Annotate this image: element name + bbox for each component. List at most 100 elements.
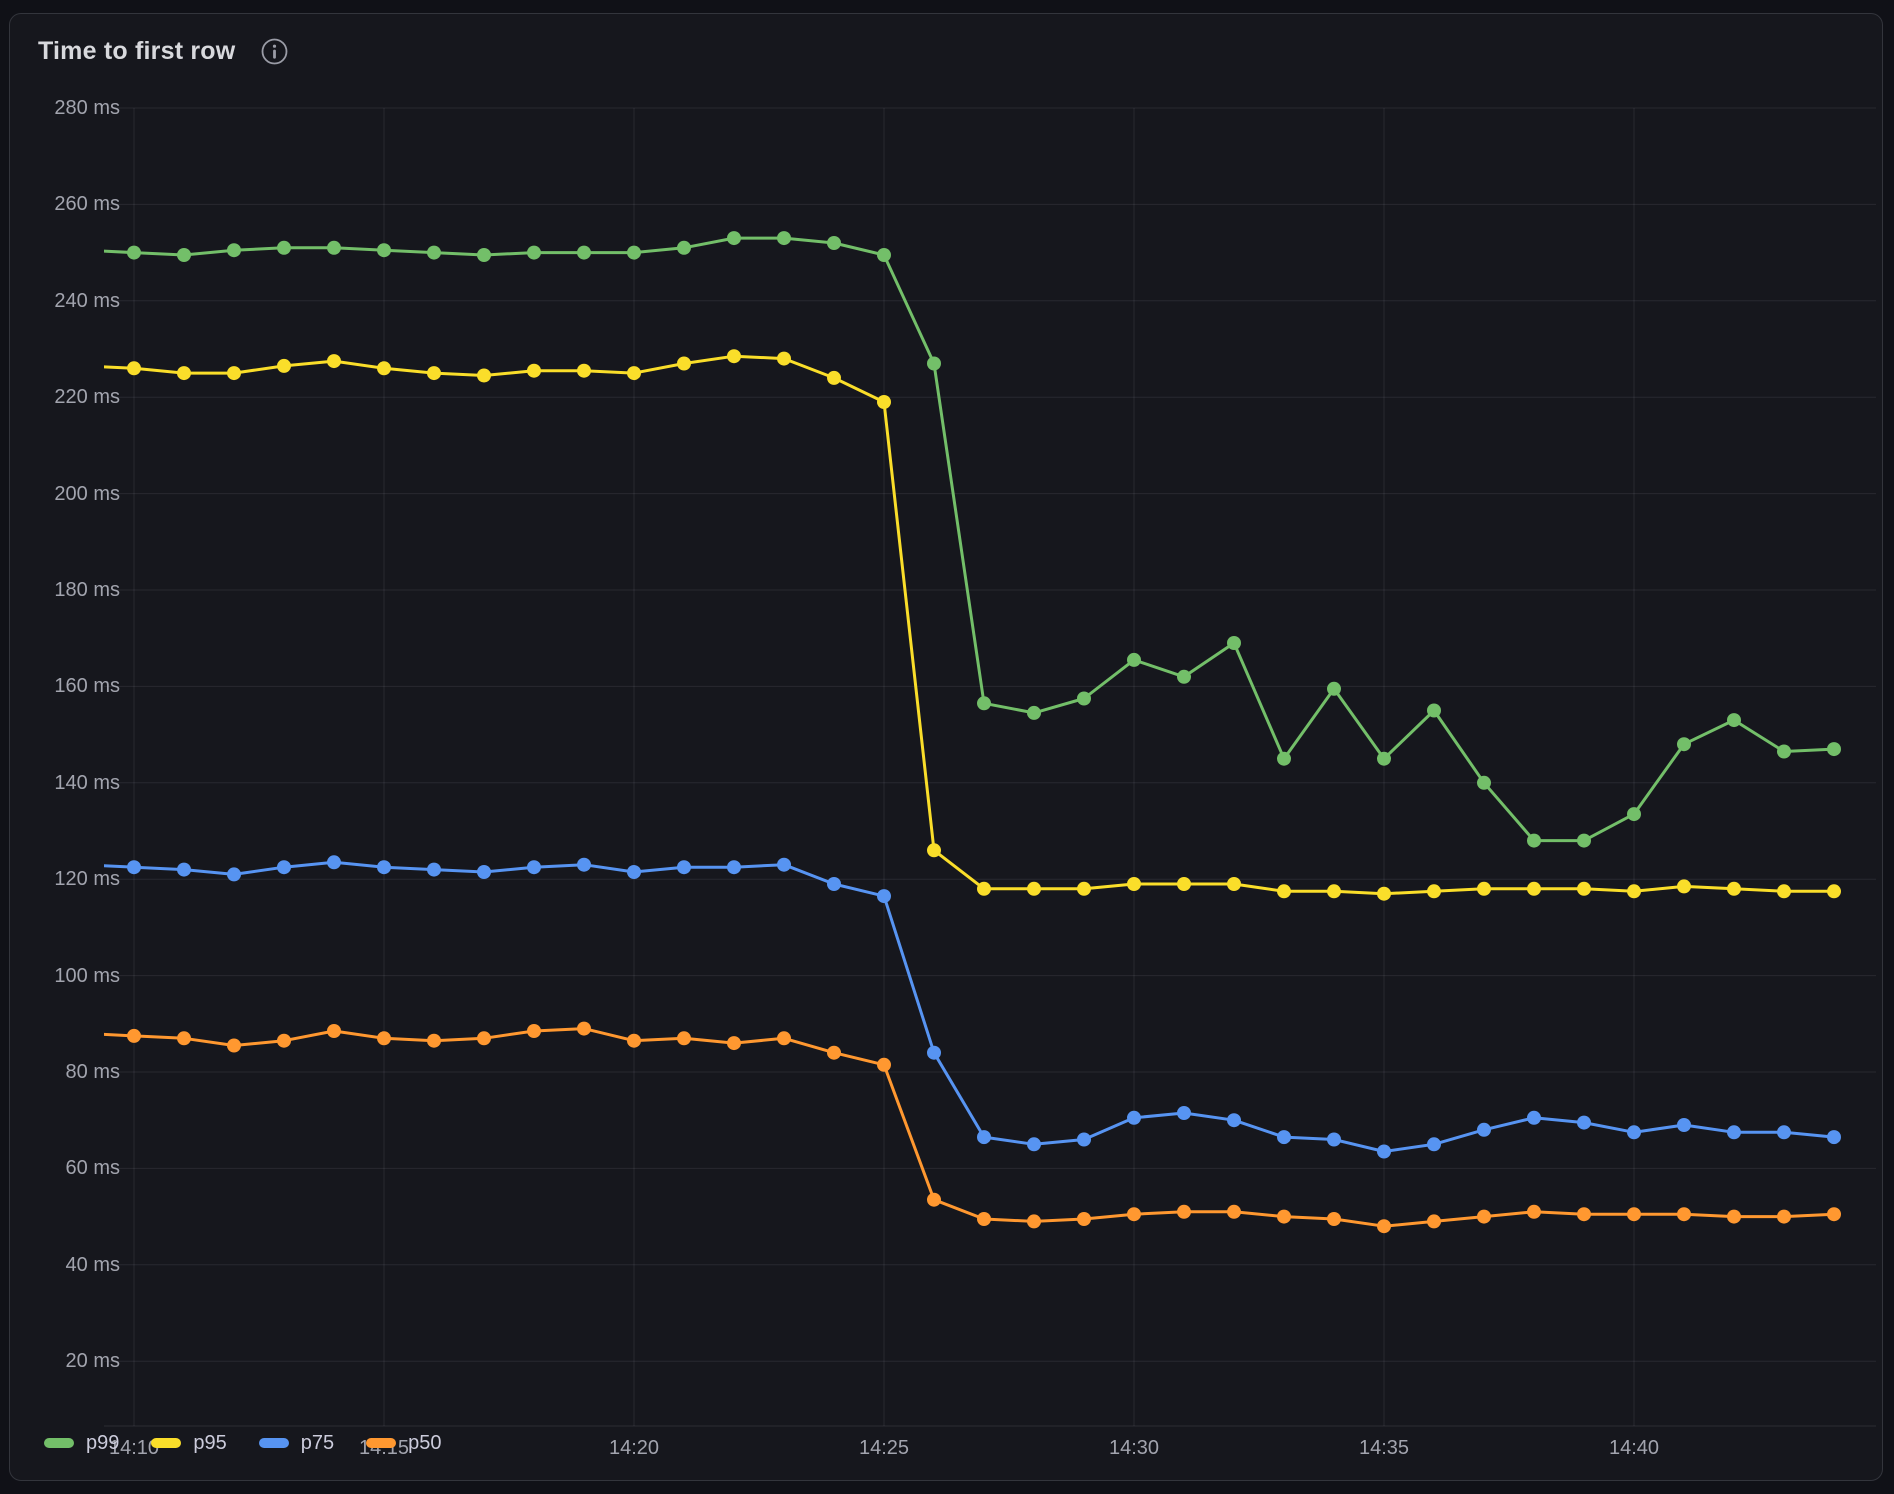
x-tick-label-1435: 14:35 <box>1339 1438 1429 1458</box>
x-tick-label-1430: 14:30 <box>1089 1438 1179 1458</box>
data-point-p50-14:39 <box>1577 1207 1591 1221</box>
data-point-p50-14:27 <box>977 1212 991 1226</box>
data-point-p75-14:40 <box>1627 1125 1641 1139</box>
data-point-p75-14:26 <box>927 1046 941 1060</box>
data-point-p95-14:19 <box>577 364 591 378</box>
y-tick-label-60: 60 ms <box>10 1158 120 1178</box>
data-point-p75-14:13 <box>277 860 291 874</box>
data-point-p50-14:13 <box>277 1034 291 1048</box>
legend-swatch-p50 <box>366 1438 396 1448</box>
y-tick-label-40: 40 ms <box>10 1255 120 1275</box>
data-point-p95-14:13 <box>277 359 291 373</box>
time-series-chart <box>10 14 1884 1480</box>
data-point-p50-14:19 <box>577 1022 591 1036</box>
data-point-p75-14:44 <box>1827 1130 1841 1144</box>
data-point-p50-14:31 <box>1177 1205 1191 1219</box>
legend-item-p99[interactable]: p99 <box>44 1432 119 1454</box>
series-line-p75 <box>84 862 1834 1151</box>
x-tick-label-1425: 14:25 <box>839 1438 929 1458</box>
series-p99 <box>84 231 1841 848</box>
y-tick-label-80: 80 ms <box>10 1062 120 1082</box>
data-point-p99-14:11 <box>177 248 191 262</box>
legend-label-p99: p99 <box>86 1432 119 1454</box>
data-point-p50-14:44 <box>1827 1207 1841 1221</box>
data-point-p50-14:30 <box>1127 1207 1141 1221</box>
data-point-p75-14:22 <box>727 860 741 874</box>
data-point-p75-14:34 <box>1327 1133 1341 1147</box>
data-point-p95-14:24 <box>827 371 841 385</box>
data-point-p75-14:25 <box>877 889 891 903</box>
data-point-p95-14:44 <box>1827 884 1841 898</box>
data-point-p75-14:11 <box>177 863 191 877</box>
data-point-p50-14:29 <box>1077 1212 1091 1226</box>
data-point-p75-14:39 <box>1577 1116 1591 1130</box>
data-point-p50-14:35 <box>1377 1219 1391 1233</box>
data-point-p75-14:28 <box>1027 1137 1041 1151</box>
series-p50 <box>84 1022 1841 1234</box>
data-point-p75-14:29 <box>1077 1133 1091 1147</box>
legend-label-p75: p75 <box>301 1432 334 1454</box>
data-point-p75-14:16 <box>427 863 441 877</box>
data-point-p95-14:42 <box>1727 882 1741 896</box>
data-point-p75-14:18 <box>527 860 541 874</box>
data-point-p95-14:14 <box>327 354 341 368</box>
y-tick-label-140: 140 ms <box>10 773 120 793</box>
x-tick-label-1420: 14:20 <box>589 1438 679 1458</box>
data-point-p95-14:36 <box>1427 884 1441 898</box>
data-point-p99-14:35 <box>1377 752 1391 766</box>
data-point-p75-14:38 <box>1527 1111 1541 1125</box>
data-point-p95-14:17 <box>477 369 491 383</box>
data-point-p99-14:36 <box>1427 704 1441 718</box>
series-p95 <box>84 349 1841 901</box>
data-point-p75-14:36 <box>1427 1137 1441 1151</box>
data-point-p99-14:14 <box>327 241 341 255</box>
y-tick-label-260: 260 ms <box>10 194 120 214</box>
data-point-p95-14:16 <box>427 366 441 380</box>
data-point-p75-14:10 <box>127 860 141 874</box>
data-point-p50-14:22 <box>727 1036 741 1050</box>
data-point-p99-14:22 <box>727 231 741 245</box>
y-tick-label-220: 220 ms <box>10 387 120 407</box>
data-point-p99-14:25 <box>877 248 891 262</box>
data-point-p95-14:39 <box>1577 882 1591 896</box>
series-line-p95 <box>84 356 1834 894</box>
legend-item-p75[interactable]: p75 <box>259 1432 334 1454</box>
data-point-p95-14:18 <box>527 364 541 378</box>
data-point-p50-14:11 <box>177 1031 191 1045</box>
gridlines <box>104 108 1876 1426</box>
legend-item-p95[interactable]: p95 <box>151 1432 226 1454</box>
data-point-p95-14:31 <box>1177 877 1191 891</box>
data-point-p99-14:21 <box>677 241 691 255</box>
data-point-p95-14:29 <box>1077 882 1091 896</box>
data-point-p95-14:30 <box>1127 877 1141 891</box>
data-point-p50-14:21 <box>677 1031 691 1045</box>
data-point-p75-14:42 <box>1727 1125 1741 1139</box>
data-point-p50-14:15 <box>377 1031 391 1045</box>
data-point-p99-14:18 <box>527 246 541 260</box>
data-point-p95-14:38 <box>1527 882 1541 896</box>
data-point-p95-14:20 <box>627 366 641 380</box>
data-point-p95-14:27 <box>977 882 991 896</box>
data-point-p95-14:22 <box>727 349 741 363</box>
data-point-p99-14:43 <box>1777 745 1791 759</box>
info-icon[interactable] <box>261 38 288 65</box>
data-point-p75-14:32 <box>1227 1113 1241 1127</box>
data-point-p99-14:30 <box>1127 653 1141 667</box>
data-point-p99-14:39 <box>1577 834 1591 848</box>
panel-title[interactable]: Time to first row <box>38 37 235 66</box>
data-point-p75-14:27 <box>977 1130 991 1144</box>
legend-item-p50[interactable]: p50 <box>366 1432 441 1454</box>
data-point-p99-14:38 <box>1527 834 1541 848</box>
data-point-p75-14:35 <box>1377 1145 1391 1159</box>
data-point-p50-14:10 <box>127 1029 141 1043</box>
data-point-p75-14:20 <box>627 865 641 879</box>
data-point-p95-14:33 <box>1277 884 1291 898</box>
data-point-p50-14:25 <box>877 1058 891 1072</box>
data-point-p50-14:26 <box>927 1193 941 1207</box>
data-point-p99-14:29 <box>1077 692 1091 706</box>
data-point-p95-14:12 <box>227 366 241 380</box>
legend-swatch-p75 <box>259 1438 289 1448</box>
data-point-p75-14:17 <box>477 865 491 879</box>
data-point-p99-14:28 <box>1027 706 1041 720</box>
data-point-p50-14:16 <box>427 1034 441 1048</box>
